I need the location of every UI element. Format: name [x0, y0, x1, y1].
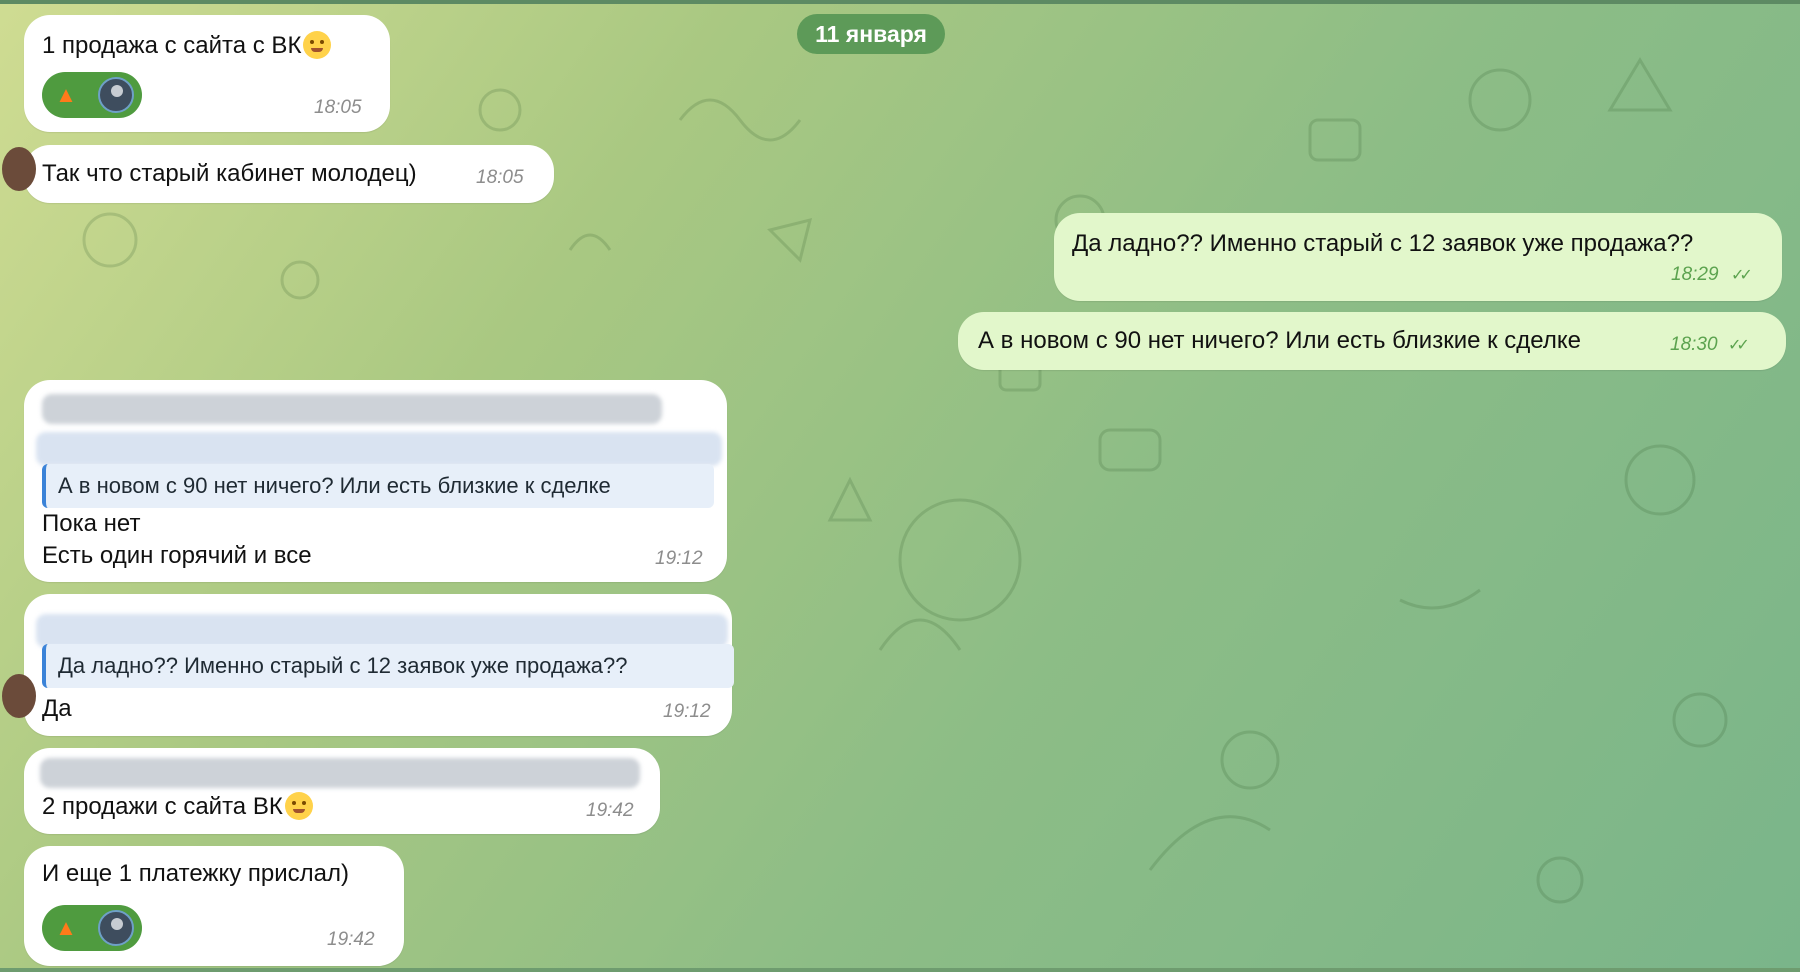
- message-time: 19:42: [586, 800, 634, 821]
- message-text: Да: [42, 695, 72, 722]
- fire-reaction-icon: ▲: [55, 82, 77, 107]
- message-time: 18:30: [1670, 334, 1718, 355]
- message-time: 18:29: [1671, 264, 1719, 285]
- message-text: Так что старый кабинет молодец): [42, 160, 417, 187]
- partying-face-emoji-icon: [303, 31, 332, 59]
- reply-quote-text: Да ладно?? Именно старый с 12 заявок уже…: [58, 653, 628, 678]
- message-time: 19:42: [327, 929, 375, 950]
- sender-avatar[interactable]: [2, 147, 36, 191]
- message-text: 1 продажа с сайта с ВК: [42, 32, 302, 59]
- message-text: Да ладно?? Именно старый с 12 заявок уже…: [1072, 230, 1694, 257]
- reactor-avatar: [98, 77, 134, 113]
- read-receipt-icon: ✓✓: [1728, 337, 1750, 354]
- date-separator: 11 января: [797, 14, 945, 54]
- message-text: И еще 1 платежку прислал): [42, 860, 349, 887]
- message-bubble-incoming[interactable]: И еще 1 платежку прислал) ▲ 19:42: [24, 846, 404, 966]
- message-time: 18:05: [314, 97, 362, 118]
- message-bubble-incoming[interactable]: Да ладно?? Именно старый с 12 заявок уже…: [2, 594, 734, 736]
- message-text: А в новом с 90 нет ничего? Или есть близ…: [978, 327, 1581, 354]
- fire-reaction-icon: ▲: [55, 915, 77, 940]
- reply-quote[interactable]: Да ладно?? Именно старый с 12 заявок уже…: [42, 644, 734, 688]
- window-bottom-border: [0, 968, 1800, 972]
- read-receipt-icon: ✓✓: [1731, 267, 1753, 284]
- message-bubble-incoming[interactable]: 2 продажи с сайта ВК 19:42: [24, 748, 660, 834]
- reply-quote-text: А в новом с 90 нет ничего? Или есть близ…: [58, 473, 611, 498]
- message-time: 19:12: [655, 548, 703, 569]
- slightly-smiling-face-emoji-icon: [284, 792, 313, 820]
- reactions-pill[interactable]: ▲: [42, 905, 142, 951]
- reply-quote[interactable]: А в новом с 90 нет ничего? Или есть близ…: [42, 464, 714, 508]
- reply-author-redacted: [36, 432, 722, 466]
- message-text: Пока нет: [42, 510, 141, 537]
- message-text: 2 продажи с сайта ВК: [42, 792, 313, 821]
- message-time: 18:05: [476, 167, 524, 188]
- reply-author-redacted: [36, 614, 728, 648]
- sender-avatar[interactable]: [2, 674, 36, 718]
- message-bubble-incoming[interactable]: Так что старый кабинет молодец) 18:05: [2, 145, 554, 203]
- sender-name-redacted: [40, 758, 640, 788]
- message-bubble-outgoing[interactable]: Да ладно?? Именно старый с 12 заявок уже…: [1054, 213, 1782, 301]
- message-bubble-outgoing[interactable]: А в новом с 90 нет ничего? Или есть близ…: [958, 312, 1786, 370]
- message-time: 19:12: [663, 701, 711, 722]
- message-text: 1 продажа с сайта с ВК: [42, 31, 332, 60]
- message-text: 2 продажи с сайта ВК: [42, 793, 283, 820]
- reactions-pill[interactable]: ▲: [42, 72, 142, 118]
- message-bubble-incoming[interactable]: А в новом с 90 нет ничего? Или есть близ…: [24, 380, 727, 582]
- message-text: Есть один горячий и все: [42, 542, 312, 569]
- reactor-avatar: [98, 910, 134, 946]
- message-bubble-incoming[interactable]: 1 продажа с сайта с ВК ▲ 18:05: [24, 15, 390, 132]
- sender-name-redacted: [42, 394, 662, 424]
